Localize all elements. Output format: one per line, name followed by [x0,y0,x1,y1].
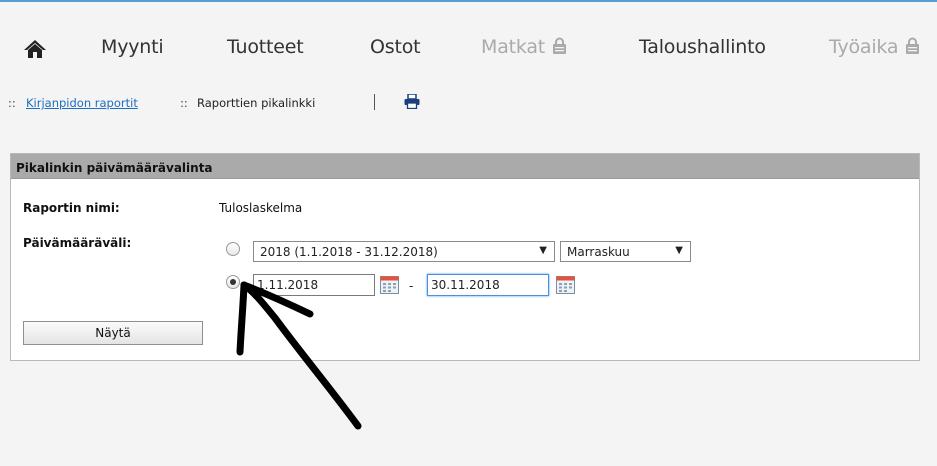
breadcrumb-current: Raporttien pikalinkki [197,96,316,110]
nav-item-matkat: Matkat [481,36,567,59]
nav-item-tyoaika: Työaika [829,36,920,59]
main-navigation: Myynti Tuotteet Ostot Matkat Taloushalli… [0,2,937,86]
breadcrumb-separator: :: [180,96,188,110]
period-select[interactable]: 2018 (1.1.2018 - 31.12.2018) ▼ [253,241,555,262]
nav-item-myynti[interactable]: Myynti [101,36,164,58]
report-name-label: Raportin nimi: [23,201,120,215]
month-select[interactable]: Marraskuu ▼ [560,241,691,262]
end-date-input[interactable]: 30.11.2018 [427,274,549,296]
date-selection-panel: Pikalinkin päivämäärävalinta Raportin ni… [10,153,920,361]
nav-item-matkat-label: Matkat [481,36,546,58]
start-date-input[interactable]: 1.11.2018 [253,274,375,296]
panel-title: Pikalinkin päivämäärävalinta [11,154,919,179]
nav-item-ostot[interactable]: Ostot [370,36,421,58]
show-button[interactable]: Näytä [23,321,203,345]
nav-item-tuotteet[interactable]: Tuotteet [227,36,304,58]
nav-item-tyoaika-label: Työaika [829,36,899,58]
date-range-label: Päivämääräväli: [23,236,132,250]
month-select-value: Marraskuu [567,245,630,259]
lock-icon [553,37,567,59]
breadcrumb-link-kirjanpidon-raportit[interactable]: Kirjanpidon raportit [26,96,138,110]
caret-down-icon: ▼ [675,245,683,256]
custom-range-radio[interactable] [226,275,240,289]
calendar-icon[interactable] [380,276,399,294]
period-select-value: 2018 (1.1.2018 - 31.12.2018) [260,245,438,259]
range-dash: - [409,279,414,293]
report-name-value: Tuloslaskelma [219,201,303,215]
home-icon[interactable] [22,38,48,60]
lock-icon [906,37,920,59]
print-icon[interactable] [404,93,420,112]
breadcrumb: :: Kirjanpidon raportit :: Raporttien pi… [0,86,937,130]
nav-item-taloushallinto[interactable]: Taloushallinto [639,36,766,58]
breadcrumb-separator: :: [8,96,16,110]
breadcrumb-divider [374,94,375,110]
caret-down-icon: ▼ [539,245,547,256]
calendar-icon[interactable] [556,276,575,294]
period-radio[interactable] [226,242,240,256]
